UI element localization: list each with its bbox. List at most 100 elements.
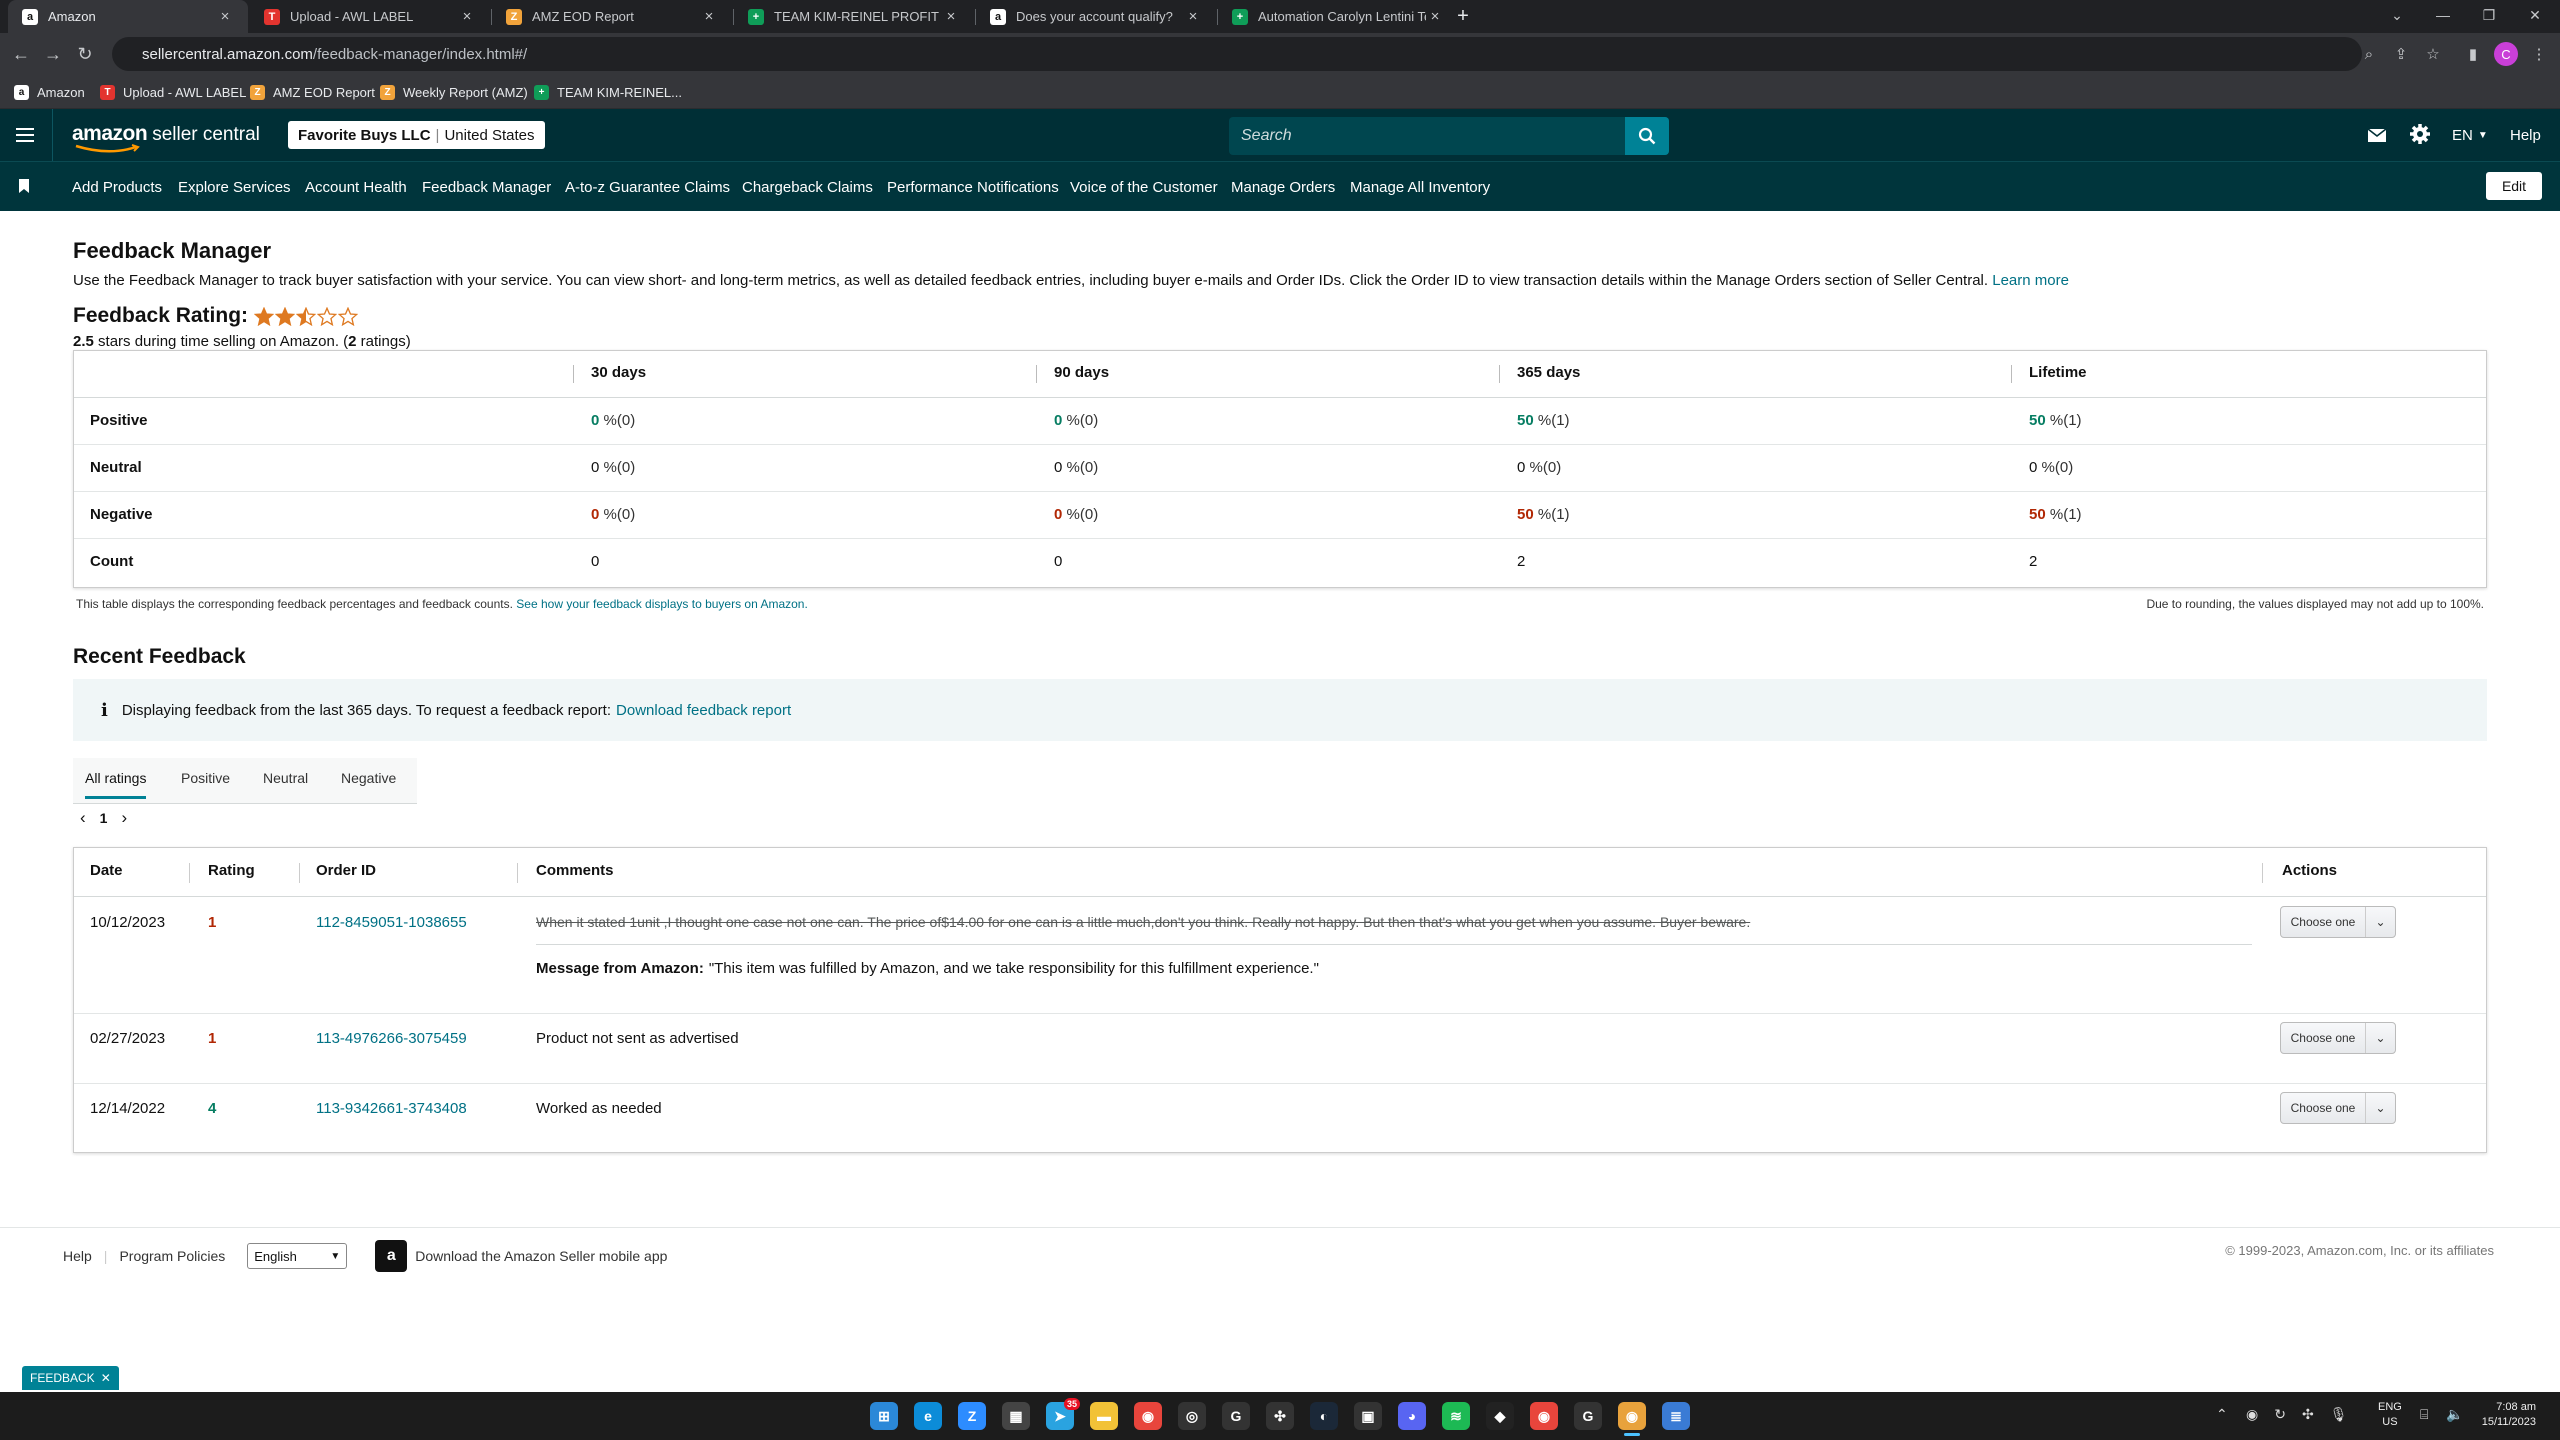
network-icon[interactable]: ⌸ bbox=[2420, 1406, 2428, 1423]
windows-start-icon[interactable]: ⊞ bbox=[870, 1402, 898, 1430]
reload-icon[interactable]: ↻ bbox=[74, 43, 96, 65]
tab-close-icon[interactable]: × bbox=[458, 8, 476, 25]
calculator-icon[interactable]: ▦ bbox=[1002, 1402, 1030, 1430]
nav-link-a-to-z-guarantee-claims[interactable]: A-to-z Guarantee Claims bbox=[565, 162, 730, 212]
action-dropdown[interactable]: Choose one ⌄ bbox=[2280, 1092, 2396, 1124]
hamburger-menu-icon[interactable] bbox=[16, 125, 36, 145]
tab-positive[interactable]: Positive bbox=[181, 770, 230, 796]
zoom-app-icon[interactable]: Z bbox=[958, 1402, 986, 1430]
chrome-icon[interactable]: ◉ bbox=[1530, 1402, 1558, 1430]
seller-central-logo[interactable]: amazon seller central bbox=[72, 122, 260, 153]
order-id-link[interactable]: 113-4976266-3075459 bbox=[316, 1030, 467, 1047]
browser-tab[interactable]: a Does your account qualify? × bbox=[976, 0, 1216, 33]
steam-tray-icon[interactable]: ◉ bbox=[2246, 1406, 2258, 1423]
bookmark-star-icon[interactable]: ☆ bbox=[2422, 43, 2444, 65]
edge-icon[interactable]: e bbox=[914, 1402, 942, 1430]
app-icon[interactable]: ✣ bbox=[1266, 1402, 1294, 1430]
download-app-link[interactable]: Download the Amazon Seller mobile app bbox=[415, 1248, 667, 1264]
bookmark-item[interactable]: + TEAM KIM-REINEL... bbox=[534, 75, 682, 109]
file-explorer-icon[interactable]: ▬ bbox=[1090, 1402, 1118, 1430]
tray-app-icon[interactable]: ↻ bbox=[2274, 1406, 2286, 1423]
menu-kebab-icon[interactable]: ⋮ bbox=[2528, 43, 2550, 65]
close-window-icon[interactable]: ✕ bbox=[2512, 0, 2558, 30]
feedback-tab-button[interactable]: FEEDBACK ✕ bbox=[22, 1366, 119, 1390]
steam-icon[interactable]: ◐ bbox=[1310, 1402, 1338, 1430]
nav-link-voice-of-the-customer[interactable]: Voice of the Customer bbox=[1070, 162, 1218, 212]
bookmark-nav-icon[interactable] bbox=[18, 179, 30, 193]
learn-more-link[interactable]: Learn more bbox=[1992, 272, 2069, 289]
tab-close-icon[interactable]: × bbox=[216, 8, 234, 25]
clock[interactable]: 7:08 am 15/11/2023 bbox=[2460, 1400, 2536, 1430]
tab-close-icon[interactable]: × bbox=[1184, 8, 1202, 25]
footer-language-select[interactable]: English ▼ bbox=[247, 1243, 348, 1269]
browser-tab[interactable]: + TEAM KIM-REINEL PROFIT SHEE× bbox=[734, 0, 974, 33]
footer-help-link[interactable]: Help bbox=[63, 1248, 92, 1264]
tab-search-icon[interactable]: ⌄ bbox=[2374, 0, 2420, 30]
help-link[interactable]: Help bbox=[2510, 109, 2541, 161]
mail-icon[interactable] bbox=[2367, 127, 2387, 143]
seller-app-icon[interactable]: a bbox=[375, 1240, 408, 1272]
action-dropdown[interactable]: Choose one ⌄ bbox=[2280, 1022, 2396, 1054]
spotify-icon[interactable]: ≋ bbox=[1442, 1402, 1470, 1430]
edit-nav-button[interactable]: Edit bbox=[2486, 172, 2542, 200]
side-panel-icon[interactable]: ▮ bbox=[2462, 43, 2484, 65]
close-icon[interactable]: ✕ bbox=[101, 1371, 111, 1385]
bookmark-item[interactable]: a Amazon bbox=[14, 75, 85, 109]
nav-link-performance-notifications[interactable]: Performance Notifications bbox=[887, 162, 1059, 212]
nav-link-explore-services[interactable]: Explore Services bbox=[178, 162, 291, 212]
browser-tab[interactable]: T Upload - AWL LABEL × bbox=[250, 0, 490, 33]
tab-close-icon[interactable]: × bbox=[942, 8, 960, 25]
tab-negative[interactable]: Negative bbox=[341, 770, 396, 796]
profile-avatar[interactable]: C bbox=[2494, 42, 2518, 66]
new-tab-icon[interactable]: + bbox=[1452, 5, 1474, 27]
tray-app-icon[interactable]: ✣ bbox=[2302, 1406, 2314, 1423]
input-language[interactable]: ENG US bbox=[2378, 1400, 2402, 1430]
notepad-icon[interactable]: ≣ bbox=[1662, 1402, 1690, 1430]
obs-icon[interactable]: ◎ bbox=[1178, 1402, 1206, 1430]
telegram-icon[interactable]: ➤ 35 bbox=[1046, 1398, 1080, 1430]
search-input[interactable] bbox=[1229, 117, 1625, 155]
browser-tab[interactable]: a Amazon × bbox=[8, 0, 248, 33]
nav-link-manage-orders[interactable]: Manage Orders bbox=[1231, 162, 1335, 212]
action-dropdown[interactable]: Choose one ⌄ bbox=[2280, 906, 2396, 938]
settings-gear-icon[interactable] bbox=[2409, 123, 2431, 145]
binance-icon[interactable]: ◆ bbox=[1486, 1402, 1514, 1430]
nav-link-add-products[interactable]: Add Products bbox=[72, 162, 162, 212]
back-icon[interactable]: ← bbox=[10, 43, 32, 65]
feedback-display-link[interactable]: See how your feedback displays to buyers… bbox=[516, 597, 808, 611]
tab-close-icon[interactable]: × bbox=[1426, 8, 1444, 25]
search-button[interactable] bbox=[1625, 117, 1669, 155]
bookmark-item[interactable]: Z AMZ EOD Report bbox=[250, 75, 375, 109]
minimize-icon[interactable]: — bbox=[2420, 0, 2466, 30]
tab-neutral[interactable]: Neutral bbox=[263, 770, 308, 796]
page-number[interactable]: 1 bbox=[100, 810, 108, 826]
footer-policies-link[interactable]: Program Policies bbox=[119, 1248, 225, 1264]
tab-close-icon[interactable]: × bbox=[700, 8, 718, 25]
bookmark-item[interactable]: T Upload - AWL LABEL bbox=[100, 75, 246, 109]
store-selector[interactable]: Favorite Buys LLC | United States bbox=[288, 121, 545, 149]
next-page-icon[interactable]: › bbox=[121, 808, 127, 828]
nav-link-manage-all-inventory[interactable]: Manage All Inventory bbox=[1350, 162, 1490, 212]
browser-tab[interactable]: + Automation Carolyn Lentini Tea × bbox=[1218, 0, 1458, 33]
language-selector[interactable]: EN ▼ bbox=[2452, 109, 2488, 161]
nav-link-chargeback-claims[interactable]: Chargeback Claims bbox=[742, 162, 873, 212]
forward-icon[interactable]: → bbox=[42, 43, 64, 65]
app-icon[interactable]: G bbox=[1222, 1402, 1250, 1430]
share-icon[interactable]: ⇪ bbox=[2390, 43, 2412, 65]
browser-tab[interactable]: Z AMZ EOD Report × bbox=[492, 0, 732, 33]
bookmark-item[interactable]: Z Weekly Report (AMZ) bbox=[380, 75, 528, 109]
microphone-icon[interactable]: 🎙 bbox=[2330, 1406, 2348, 1423]
app-icon[interactable]: ▣ bbox=[1354, 1402, 1382, 1430]
app-icon[interactable]: G bbox=[1574, 1402, 1602, 1430]
address-bar[interactable]: sellercentral.amazon.com/feedback-manage… bbox=[112, 37, 2362, 71]
prev-page-icon[interactable]: ‹ bbox=[80, 808, 86, 828]
chrome-icon[interactable]: ◉ bbox=[1134, 1402, 1162, 1430]
download-report-link[interactable]: Download feedback report bbox=[616, 702, 791, 719]
discord-icon[interactable]: ◕ bbox=[1398, 1402, 1426, 1430]
nav-link-feedback-manager[interactable]: Feedback Manager bbox=[422, 162, 551, 212]
zoom-icon[interactable]: ⌕ bbox=[2358, 43, 2380, 65]
order-id-link[interactable]: 113-9342661-3743408 bbox=[316, 1100, 467, 1117]
nav-link-account-health[interactable]: Account Health bbox=[305, 162, 407, 212]
chrome-canary-icon[interactable]: ◉ bbox=[1618, 1402, 1646, 1436]
order-id-link[interactable]: 112-8459051-1038655 bbox=[316, 914, 467, 931]
